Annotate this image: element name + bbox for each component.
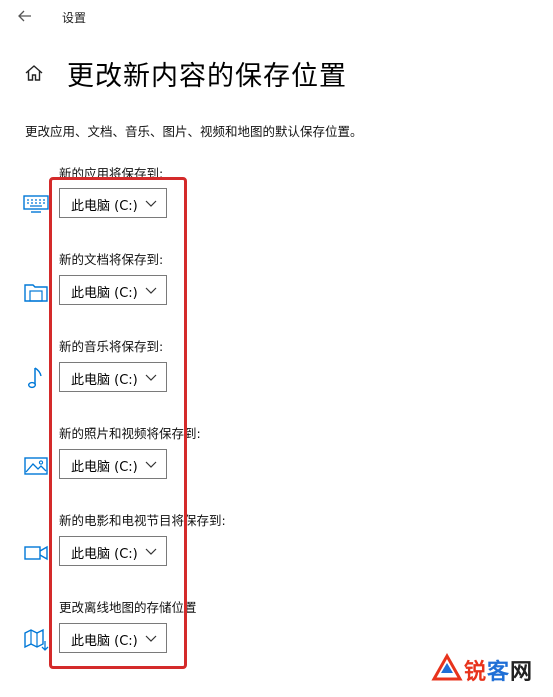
watermark-logo-icon: [431, 652, 463, 681]
watermark-logo: 锐客网: [430, 651, 550, 691]
back-button[interactable]: [14, 5, 36, 27]
window-title: 设置: [62, 11, 87, 25]
music-note-icon: [22, 364, 50, 392]
page-title: 更改新内容的保存位置: [67, 61, 347, 92]
video-camera-icon: [22, 539, 50, 567]
keyboard-icon: [22, 190, 50, 218]
folder-icon: [22, 278, 50, 306]
watermark-text: 锐客网: [464, 660, 534, 685]
highlight-annotation-box: [49, 177, 187, 669]
title-bar: 设置: [0, 0, 553, 34]
picture-icon: [22, 452, 50, 480]
home-icon[interactable]: [24, 63, 44, 83]
map-icon: [22, 626, 50, 654]
page-description: 更改应用、文档、音乐、图片、视频和地图的默认保存位置。: [25, 124, 363, 139]
back-arrow-icon: [18, 10, 31, 22]
